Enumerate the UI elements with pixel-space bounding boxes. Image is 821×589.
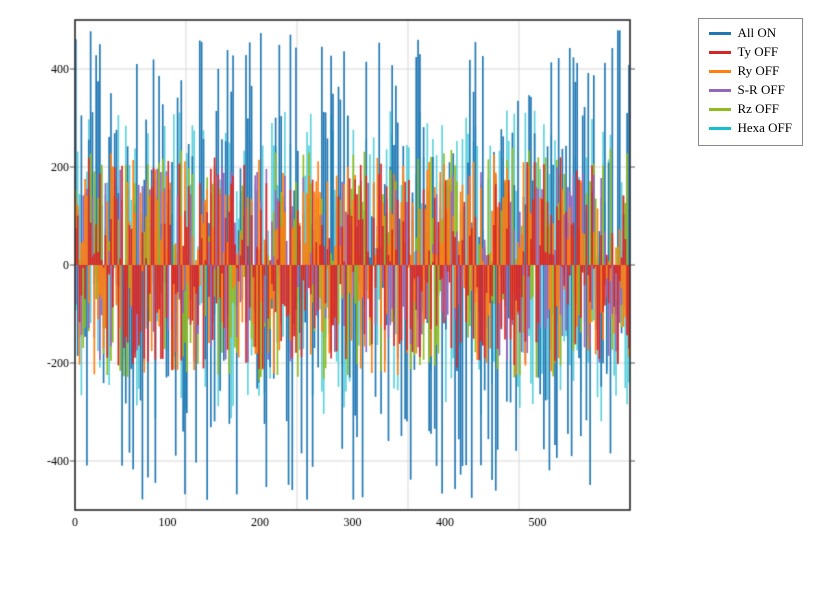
legend-color-all-on xyxy=(709,32,731,35)
legend-item-hexa-off: Hexa OFF xyxy=(709,120,792,136)
legend-color-ry-off xyxy=(709,70,731,73)
chart-legend: All ON Ty OFF Ry OFF S-R OFF Rz OFF Hexa… xyxy=(698,18,803,146)
legend-label-sr-off: S-R OFF xyxy=(737,82,784,98)
legend-color-ty-off xyxy=(709,51,731,54)
legend-label-ry-off: Ry OFF xyxy=(737,63,779,79)
legend-item-ty-off: Ty OFF xyxy=(709,44,792,60)
legend-color-hexa-off xyxy=(709,127,731,130)
legend-item-sr-off: S-R OFF xyxy=(709,82,792,98)
legend-color-rz-off xyxy=(709,108,731,111)
legend-label-rz-off: Rz OFF xyxy=(737,101,779,117)
legend-label-ty-off: Ty OFF xyxy=(737,44,778,60)
legend-item-rz-off: Rz OFF xyxy=(709,101,792,117)
legend-color-sr-off xyxy=(709,89,731,92)
chart-container: All ON Ty OFF Ry OFF S-R OFF Rz OFF Hexa… xyxy=(0,0,821,584)
legend-item-ry-off: Ry OFF xyxy=(709,63,792,79)
legend-item-all-on: All ON xyxy=(709,25,792,41)
legend-label-hexa-off: Hexa OFF xyxy=(737,120,792,136)
legend-label-all-on: All ON xyxy=(737,25,776,41)
